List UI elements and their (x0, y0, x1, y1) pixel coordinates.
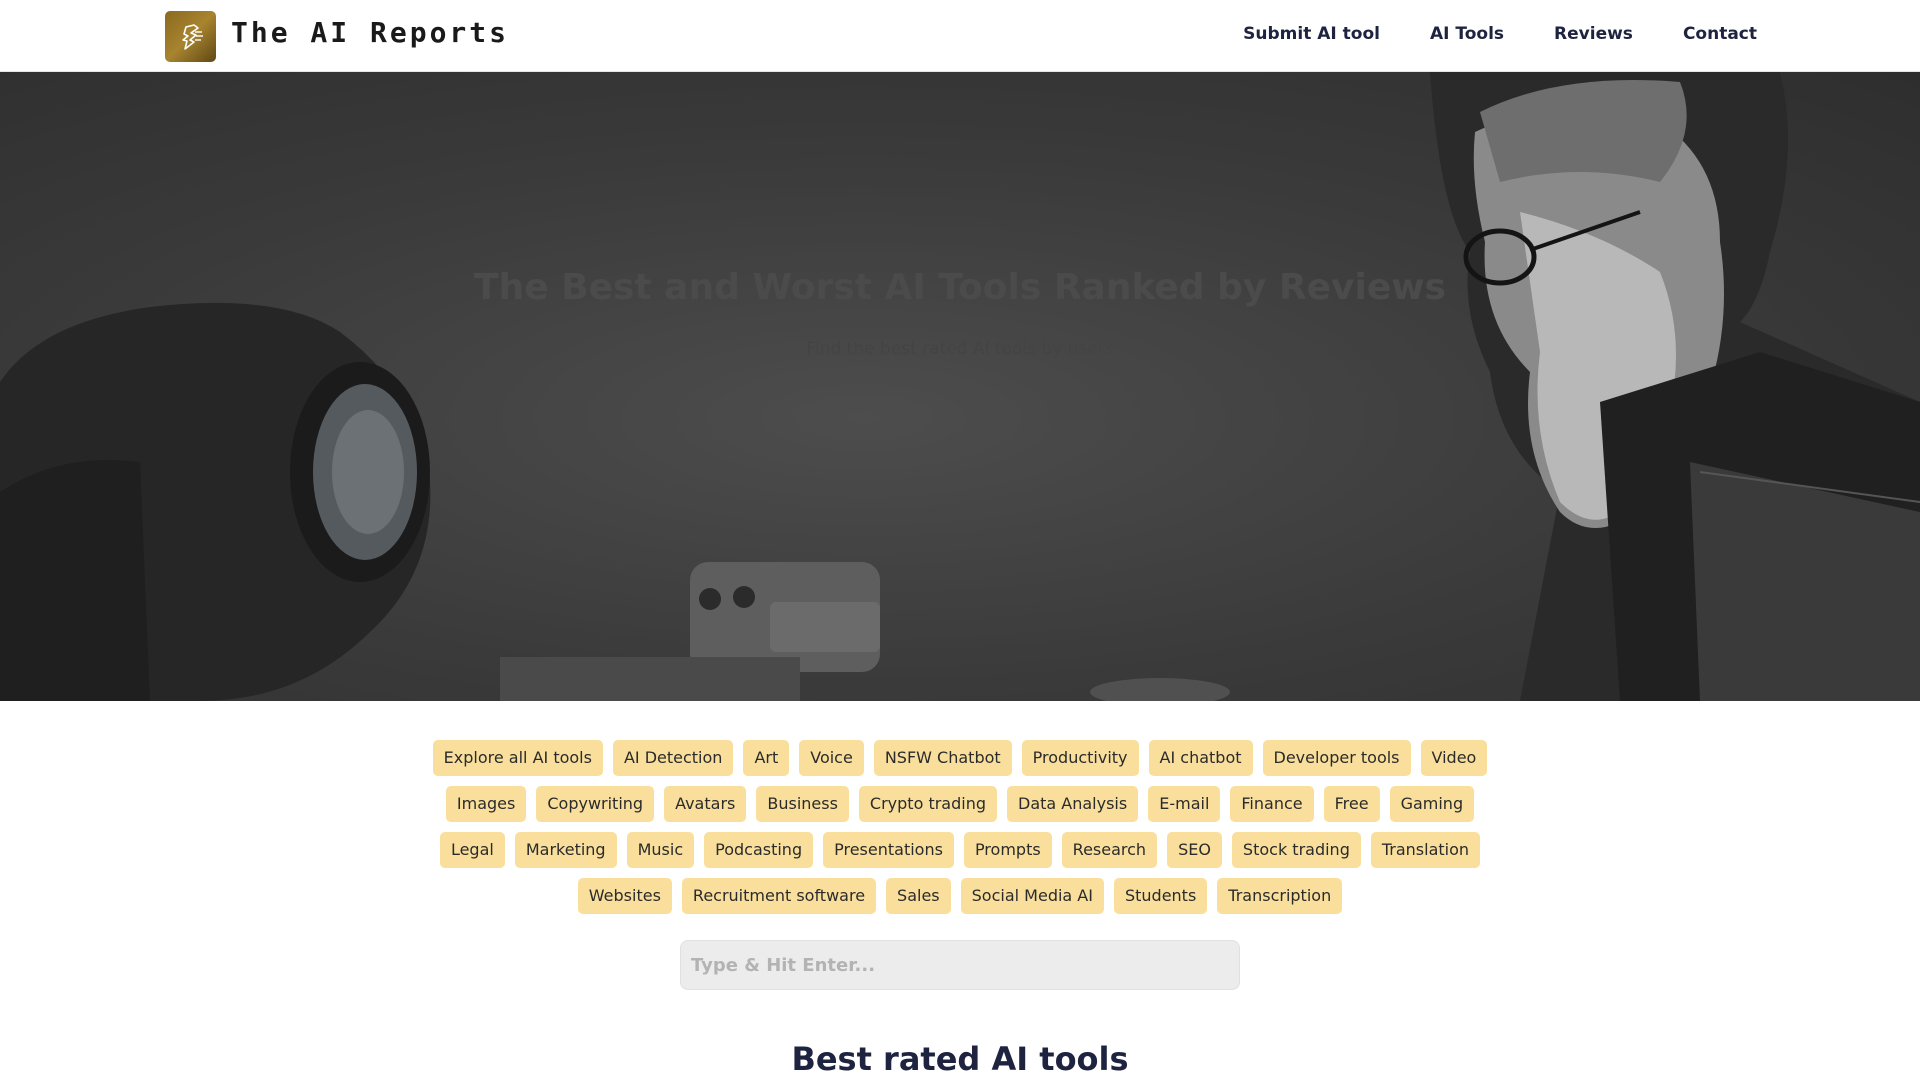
tag-free[interactable]: Free (1323, 786, 1380, 822)
tag-research[interactable]: Research (1061, 832, 1158, 868)
tag-legal[interactable]: Legal (439, 832, 505, 868)
tag-avatars[interactable]: Avatars (664, 786, 747, 822)
tag-podcasting[interactable]: Podcasting (704, 832, 814, 868)
tag-voice[interactable]: Voice (799, 740, 864, 776)
tag-gaming[interactable]: Gaming (1389, 786, 1475, 822)
tag-marketing[interactable]: Marketing (514, 832, 617, 868)
site-header: The AI Reports Submit AI tool AI Tools R… (0, 0, 1920, 72)
tag-developer-tools[interactable]: Developer tools (1262, 740, 1411, 776)
tag-transcription[interactable]: Transcription (1217, 878, 1343, 914)
hero-banner: The Best and Worst AI Tools Ranked by Re… (0, 72, 1920, 701)
tag-translation[interactable]: Translation (1370, 832, 1481, 868)
tag-art[interactable]: Art (743, 740, 790, 776)
tag-websites[interactable]: Websites (577, 878, 672, 914)
tag-prompts[interactable]: Prompts (963, 832, 1052, 868)
tag-finance[interactable]: Finance (1230, 786, 1314, 822)
tag-seo[interactable]: SEO (1167, 832, 1222, 868)
tag-video[interactable]: Video (1420, 740, 1488, 776)
site-logo[interactable] (165, 11, 216, 62)
tag-social-media-ai[interactable]: Social Media AI (960, 878, 1104, 914)
tag-crypto-trading[interactable]: Crypto trading (858, 786, 997, 822)
tag-e-mail[interactable]: E-mail (1148, 786, 1221, 822)
tag-music[interactable]: Music (626, 832, 695, 868)
tag-students[interactable]: Students (1113, 878, 1208, 914)
tag-explore-all-ai-tools[interactable]: Explore all AI tools (432, 740, 603, 776)
hero-subtitle: Find the best rated AI tools by users (806, 339, 1114, 359)
nav-submit-ai-tool[interactable]: Submit AI tool (1243, 24, 1380, 44)
tag-business[interactable]: Business (756, 786, 849, 822)
search-input[interactable] (680, 940, 1240, 990)
hero-title: The Best and Worst AI Tools Ranked by Re… (474, 267, 1446, 308)
tag-stock-trading[interactable]: Stock trading (1231, 832, 1361, 868)
tag-copywriting[interactable]: Copywriting (536, 786, 655, 822)
tag-ai-chatbot[interactable]: AI chatbot (1148, 740, 1253, 776)
nav-contact[interactable]: Contact (1683, 24, 1757, 44)
site-title[interactable]: The AI Reports (231, 16, 509, 49)
hero-background-image (0, 72, 1920, 701)
nav-ai-tools[interactable]: AI Tools (1430, 24, 1504, 44)
category-tags: Explore all AI tools AI Detection Art Vo… (430, 740, 1490, 914)
tag-presentations[interactable]: Presentations (823, 832, 954, 868)
tag-sales[interactable]: Sales (886, 878, 951, 914)
tag-productivity[interactable]: Productivity (1021, 740, 1139, 776)
nav-reviews[interactable]: Reviews (1554, 24, 1633, 44)
main-nav: Submit AI tool AI Tools Reviews Contact (1243, 24, 1757, 44)
tag-images[interactable]: Images (445, 786, 527, 822)
tag-recruitment-software[interactable]: Recruitment software (681, 878, 877, 914)
logo-icon (181, 23, 203, 50)
tag-data-analysis[interactable]: Data Analysis (1007, 786, 1139, 822)
section-title-best-rated: Best rated AI tools (791, 1040, 1129, 1078)
tag-ai-detection[interactable]: AI Detection (612, 740, 734, 776)
tag-nsfw-chatbot[interactable]: NSFW Chatbot (873, 740, 1012, 776)
